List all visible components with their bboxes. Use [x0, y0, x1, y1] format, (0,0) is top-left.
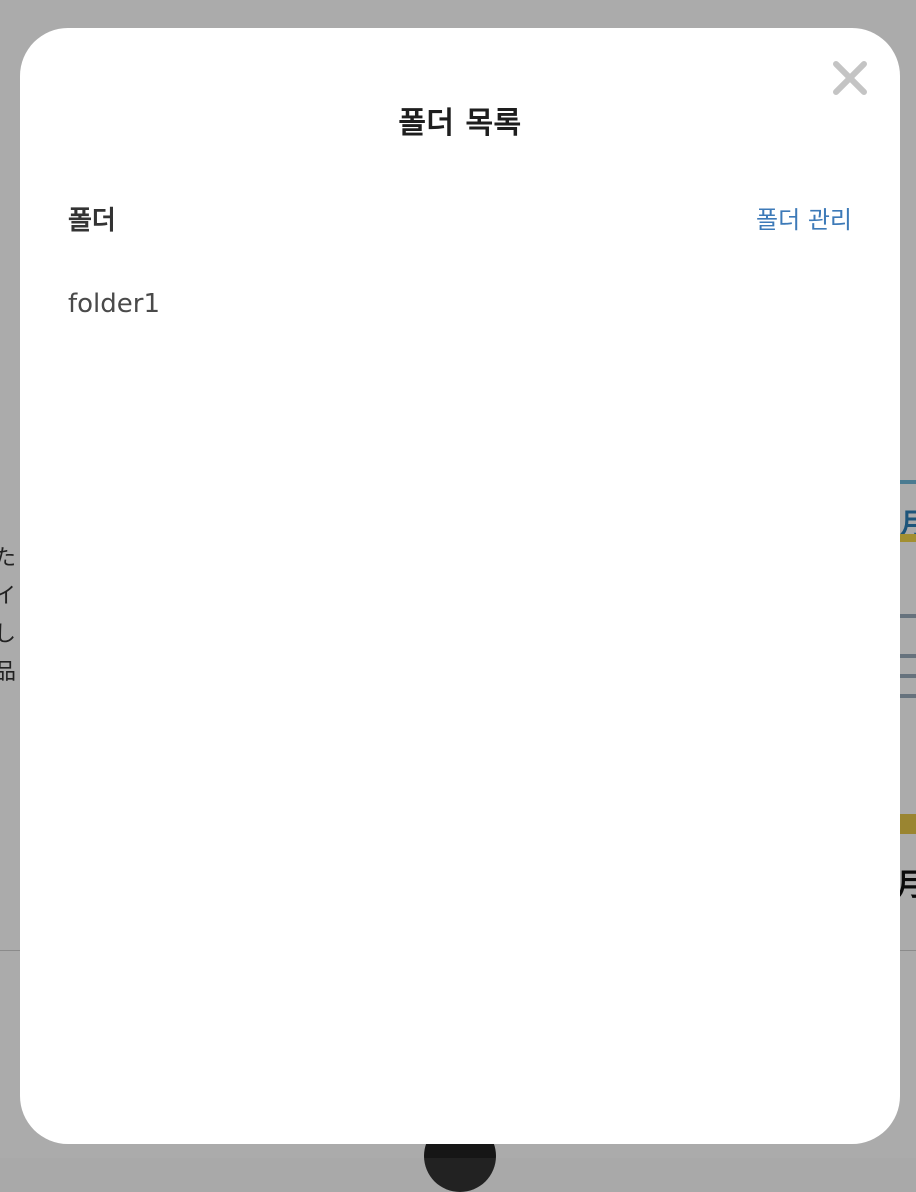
folder-section-label: 폴더: [68, 206, 116, 236]
folder-list: folder1: [68, 284, 852, 328]
folder-list-modal: 폴더 목록 폴더 폴더 관리 folder1: [20, 28, 900, 1144]
modal-title: 폴더 목록: [398, 106, 522, 141]
folder-section-header: 폴더 폴더 관리: [68, 200, 852, 240]
close-button[interactable]: [828, 56, 872, 100]
manage-folders-link[interactable]: 폴더 관리: [756, 200, 852, 235]
close-icon: [828, 56, 872, 100]
folder-item[interactable]: folder1: [68, 284, 852, 328]
